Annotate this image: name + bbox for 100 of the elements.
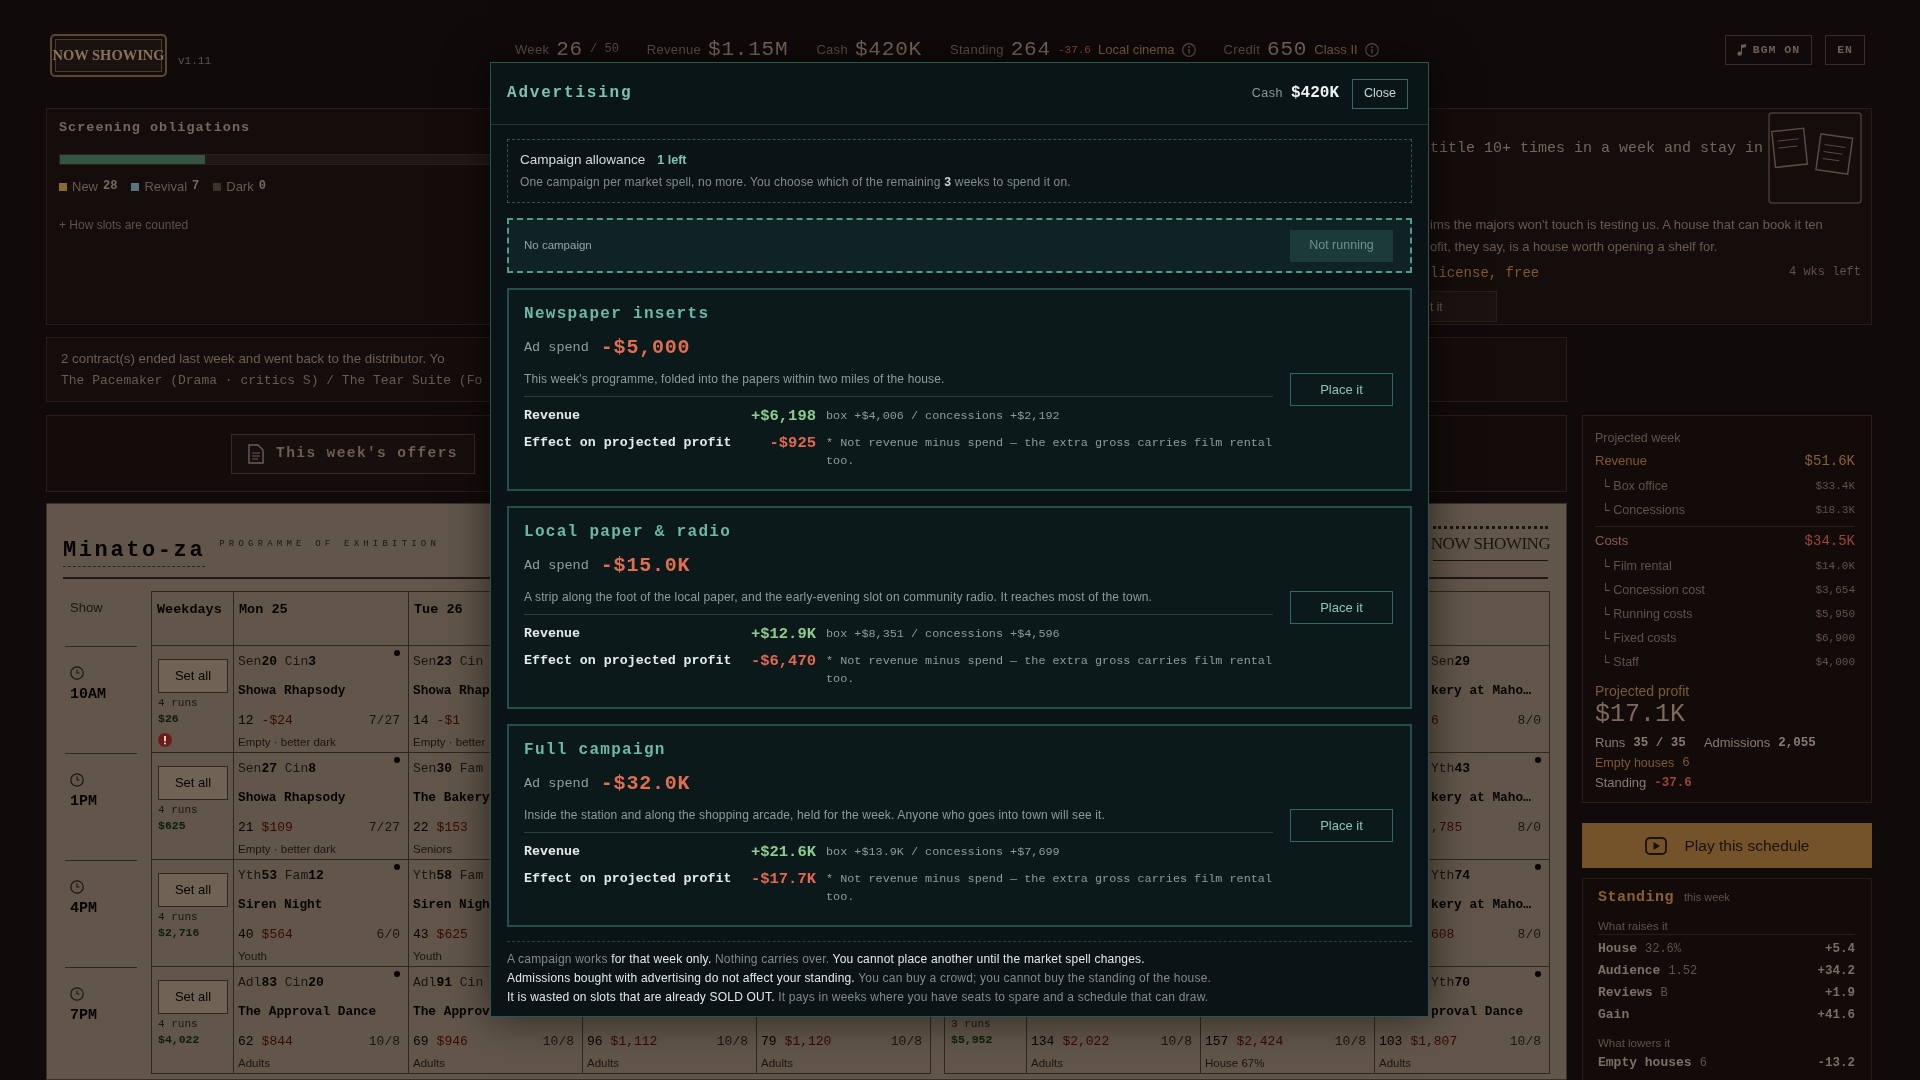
offers-button[interactable]: This week's offers	[231, 433, 475, 474]
stat-value: 264	[1010, 37, 1051, 64]
offer-button[interactable]: t it	[1430, 291, 1497, 322]
spend-amount: -$32.0K	[600, 771, 691, 797]
place-button[interactable]: Place it	[1290, 373, 1393, 406]
set-all-button[interactable]: Set all	[158, 766, 228, 800]
set-all-button[interactable]: Set all	[158, 980, 228, 1014]
film-title: Showa Rhapsody	[238, 789, 346, 807]
period-label: this week	[1684, 890, 1730, 905]
line-item-value: $3,654	[1815, 583, 1855, 598]
admissions-count: 43	[413, 926, 429, 944]
admissions-count: 21	[238, 819, 254, 837]
line-item-value: $18.3K	[1815, 503, 1855, 518]
notice-message: 2 contract(s) ended last week and went back to the distributor. Yo	[61, 350, 445, 368]
cash-value: $420K	[1291, 83, 1339, 104]
seat-ratio: 10/8	[1160, 1033, 1192, 1051]
audience-note: Adults	[761, 1056, 793, 1070]
place-button[interactable]: Place it	[1290, 591, 1393, 624]
line-item-label: └ Concession cost	[1601, 581, 1706, 599]
logo: NOW SHOWING	[1433, 526, 1548, 561]
fact-label: Admissions	[1703, 734, 1771, 752]
campaign-description: A strip along the foot of the local paper, and the early-evening slot on community radio. It reaches most of the town.	[524, 589, 1153, 606]
seat-ratio: 6/0	[376, 926, 400, 944]
effect-label: Effect on projected profit	[524, 434, 733, 452]
column-heading: Weekdays	[157, 602, 222, 617]
takings-amount: $844	[261, 1033, 293, 1051]
clock-icon	[70, 879, 84, 894]
takings-amount: 608	[1431, 926, 1455, 944]
place-button[interactable]: Place it	[1290, 809, 1393, 842]
language-button[interactable]: EN	[1825, 35, 1865, 65]
factor-detail: 6	[1699, 1055, 1707, 1072]
stat-value: 26	[556, 37, 584, 64]
seat-ratio: 10/8	[542, 1033, 574, 1051]
code-label: Yth70	[1431, 975, 1470, 991]
show-time: 1PM	[70, 792, 97, 811]
admissions-count: 62	[238, 1033, 254, 1051]
factor-detail: B	[1660, 985, 1668, 1002]
audience-note: House 67%	[1205, 1056, 1265, 1070]
factor-label: Empty houses	[1598, 1054, 1692, 1072]
show-time: 10AM	[70, 685, 106, 704]
fact-label: Empty houses	[1595, 755, 1675, 771]
legend-count: 7	[192, 179, 200, 195]
section-label: Costs	[1595, 532, 1629, 550]
admissions-count: 22	[413, 819, 429, 837]
play-button[interactable]: Play this schedule	[1582, 823, 1872, 868]
close-button[interactable]: Close	[1352, 78, 1408, 109]
film-title: Siren Night	[238, 896, 323, 914]
campaign-name: Full campaign	[524, 740, 666, 760]
effect-detail: box +$4,006 / concessions +$2,192	[826, 408, 1061, 425]
campaign-name: Newspaper inserts	[524, 304, 710, 324]
campaign-name: Local paper & radio	[524, 522, 732, 542]
version-label: v1.11	[178, 53, 211, 69]
footer-note: A campaign works for that week only. Nothing carries over. You cannot place another until the market spell changes.	[507, 951, 1145, 968]
seat-ratio: 10/8	[1509, 1033, 1541, 1051]
code-label: Sen20 Cin3	[238, 654, 317, 670]
takings-amount: $946	[436, 1033, 468, 1051]
factor-value: +1.9	[1825, 985, 1855, 1002]
spend-label: Ad spend	[524, 557, 589, 575]
campaign-status: No campaign	[524, 238, 592, 253]
takings-amount: $564	[261, 926, 293, 944]
effect-label: Effect on projected profit	[524, 652, 733, 670]
admissions-count: 40	[238, 926, 254, 944]
effect-value: -$17.7K	[749, 870, 816, 890]
effect-value: -$925	[768, 434, 816, 454]
stat-value: $1.15M	[708, 37, 789, 64]
allowance-remaining: 1 left	[657, 152, 687, 169]
allowance-note: One campaign per market spell, no more. You choose which of the remaining 3 weeks to spend it on.	[520, 174, 1071, 192]
offer-text: ims the majors won't touch is testing us. A house that can book it ten	[1430, 216, 1823, 234]
spend-amount: -$15.0K	[600, 553, 691, 579]
admissions-count: 12	[238, 712, 254, 730]
show-time: 7PM	[70, 1006, 97, 1025]
seat-ratio: 10/8	[716, 1033, 748, 1051]
legend-label: Revival	[144, 178, 188, 196]
code-label: Yth53 Fam12	[238, 868, 324, 884]
section-label: Revenue	[1595, 452, 1648, 470]
legend-label: Dark	[226, 178, 254, 196]
factor-label: Audience	[1598, 962, 1661, 980]
column-heading: Show	[70, 600, 103, 615]
music-toggle-button[interactable]: BGM ON	[1724, 35, 1813, 65]
stat-label: Credit	[1223, 41, 1261, 59]
offer-text: ofit, they say, is a house worth opening a shelf for.	[1430, 238, 1718, 256]
fact-label: Standing	[1595, 774, 1647, 792]
code-label: Adl91 Cin	[413, 975, 484, 991]
fact-value: 35 / 35	[1633, 735, 1686, 752]
set-all-button[interactable]: Set all	[158, 659, 228, 693]
seat-ratio: 7/27	[368, 819, 400, 837]
factor-detail: 1.52	[1668, 963, 1698, 980]
line-item-label: └ Box office	[1601, 477, 1668, 495]
fact-value: 2,055	[1778, 735, 1816, 752]
help-link[interactable]: + How slots are counted	[59, 217, 189, 233]
set-all-button[interactable]: Set all	[158, 873, 228, 907]
legend-label: New	[72, 178, 98, 196]
effect-detail: box +$8,351 / concessions +$4,596	[826, 626, 1061, 643]
takings-amount: $109	[261, 819, 293, 837]
stat-label: Revenue	[646, 41, 701, 59]
line-item-label: └ Staff	[1601, 653, 1639, 671]
film-title: The Approv	[413, 1003, 490, 1021]
seat-ratio: 7/27	[368, 712, 400, 730]
legend-count: 28	[103, 179, 118, 195]
line-item-label: └ Running costs	[1601, 605, 1693, 623]
